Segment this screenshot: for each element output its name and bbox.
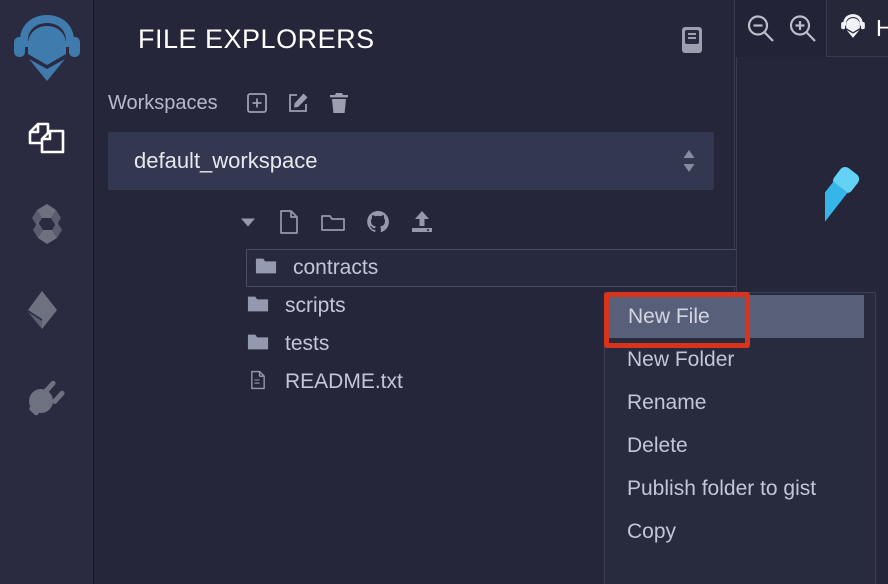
book-icon[interactable] (680, 26, 704, 54)
menu-item-new-file[interactable]: New File (606, 295, 864, 338)
file-tree-toolbar (238, 209, 734, 240)
workspaces-row: Workspaces (95, 91, 734, 115)
page-title: FILE EXPLORERS (138, 24, 375, 55)
folder-icon (247, 332, 269, 357)
zoom-in-icon[interactable] (786, 12, 820, 46)
tab-home-label: H (876, 15, 888, 42)
icon-rail (0, 0, 94, 584)
tree-item-label: tests (285, 332, 329, 356)
solidity-compiler-icon[interactable] (0, 181, 94, 267)
panel-header: FILE EXPLORERS (95, 0, 734, 55)
tree-item-label: README.txt (285, 370, 403, 394)
new-file-icon[interactable] (278, 209, 300, 240)
menu-item-rename[interactable]: Rename (605, 381, 875, 424)
publish-icon[interactable] (410, 210, 434, 239)
zoom-out-icon[interactable] (744, 12, 778, 46)
new-folder-icon[interactable] (320, 211, 346, 238)
edit-workspace-icon[interactable] (286, 91, 310, 115)
create-workspace-icon[interactable] (245, 91, 269, 115)
menu-item-new-folder[interactable]: New Folder (605, 338, 875, 381)
delete-workspace-icon[interactable] (327, 91, 351, 115)
remix-logo-icon[interactable] (0, 0, 94, 95)
file-explorer-icon[interactable] (0, 95, 94, 181)
workspace-selected-value: default_workspace (134, 148, 317, 174)
chevron-updown-icon (682, 147, 696, 175)
tree-row[interactable]: contracts (246, 249, 782, 287)
remix-logo-small-icon (839, 12, 867, 45)
context-menu[interactable]: New FileNew FolderRenameDeletePublish fo… (604, 292, 876, 584)
workspace-select[interactable]: default_workspace (108, 132, 714, 190)
tree-item-label: scripts (285, 294, 346, 318)
folder-icon (247, 294, 269, 319)
deploy-run-icon[interactable] (0, 267, 94, 353)
folder-icon (255, 256, 277, 281)
menu-item-copy[interactable]: Copy (605, 510, 875, 553)
menu-item-publish-folder-to-gist[interactable]: Publish folder to gist (605, 467, 875, 510)
highlighter-cursor-icon (825, 165, 888, 255)
menu-item-delete[interactable]: Delete (605, 424, 875, 467)
github-icon[interactable] (366, 210, 390, 239)
workspaces-label: Workspaces (108, 92, 218, 115)
plugin-manager-icon[interactable] (0, 353, 94, 439)
collapse-all-icon[interactable] (238, 212, 258, 237)
file-icon (247, 370, 269, 395)
tab-home[interactable]: H (826, 0, 888, 57)
tree-item-label: contracts (293, 256, 378, 280)
